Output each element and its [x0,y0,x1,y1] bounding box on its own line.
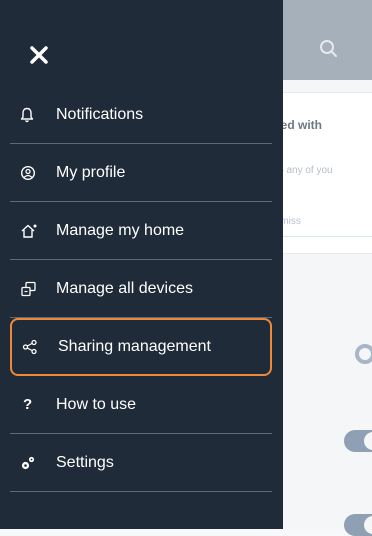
settings-icon [20,453,48,473]
menu-item-label: Manage all devices [56,279,193,297]
menu-item-notifications[interactable]: Notifications [10,86,272,144]
devices-icon [20,279,48,299]
menu-item-label: My profile [56,163,126,181]
menu-item-manage-all-devices[interactable]: Manage all devices [10,260,272,318]
menu-item-label: Sharing management [58,338,211,355]
menu-item-settings[interactable]: Settings [10,434,272,492]
background-toggle [344,514,372,536]
help-icon: ? [23,396,33,413]
profile-icon [20,163,48,183]
menu-item-my-profile[interactable]: My profile [10,144,272,202]
menu-item-label: Manage my home [56,221,185,239]
menu-item-manage-my-home[interactable]: Manage my home [10,202,272,260]
background-toggle [344,430,372,452]
close-icon [30,46,48,64]
menu-item-label: Settings [56,453,114,471]
background-ring-icon [355,344,372,364]
menu-item-label: How to use [56,395,137,413]
menu-item-how-to-use[interactable]: ? How to use [10,376,272,434]
menu-item-label: Notifications [56,105,144,123]
navigation-drawer: Notifications My profile Manage my home … [0,0,283,529]
share-icon [22,337,50,357]
menu-item-sharing-management[interactable]: Sharing management [10,318,272,376]
search-icon [320,40,337,57]
close-button[interactable] [28,44,50,66]
bell-icon [20,105,48,125]
home-icon [20,221,48,241]
drawer-menu: Notifications My profile Manage my home … [10,86,272,492]
